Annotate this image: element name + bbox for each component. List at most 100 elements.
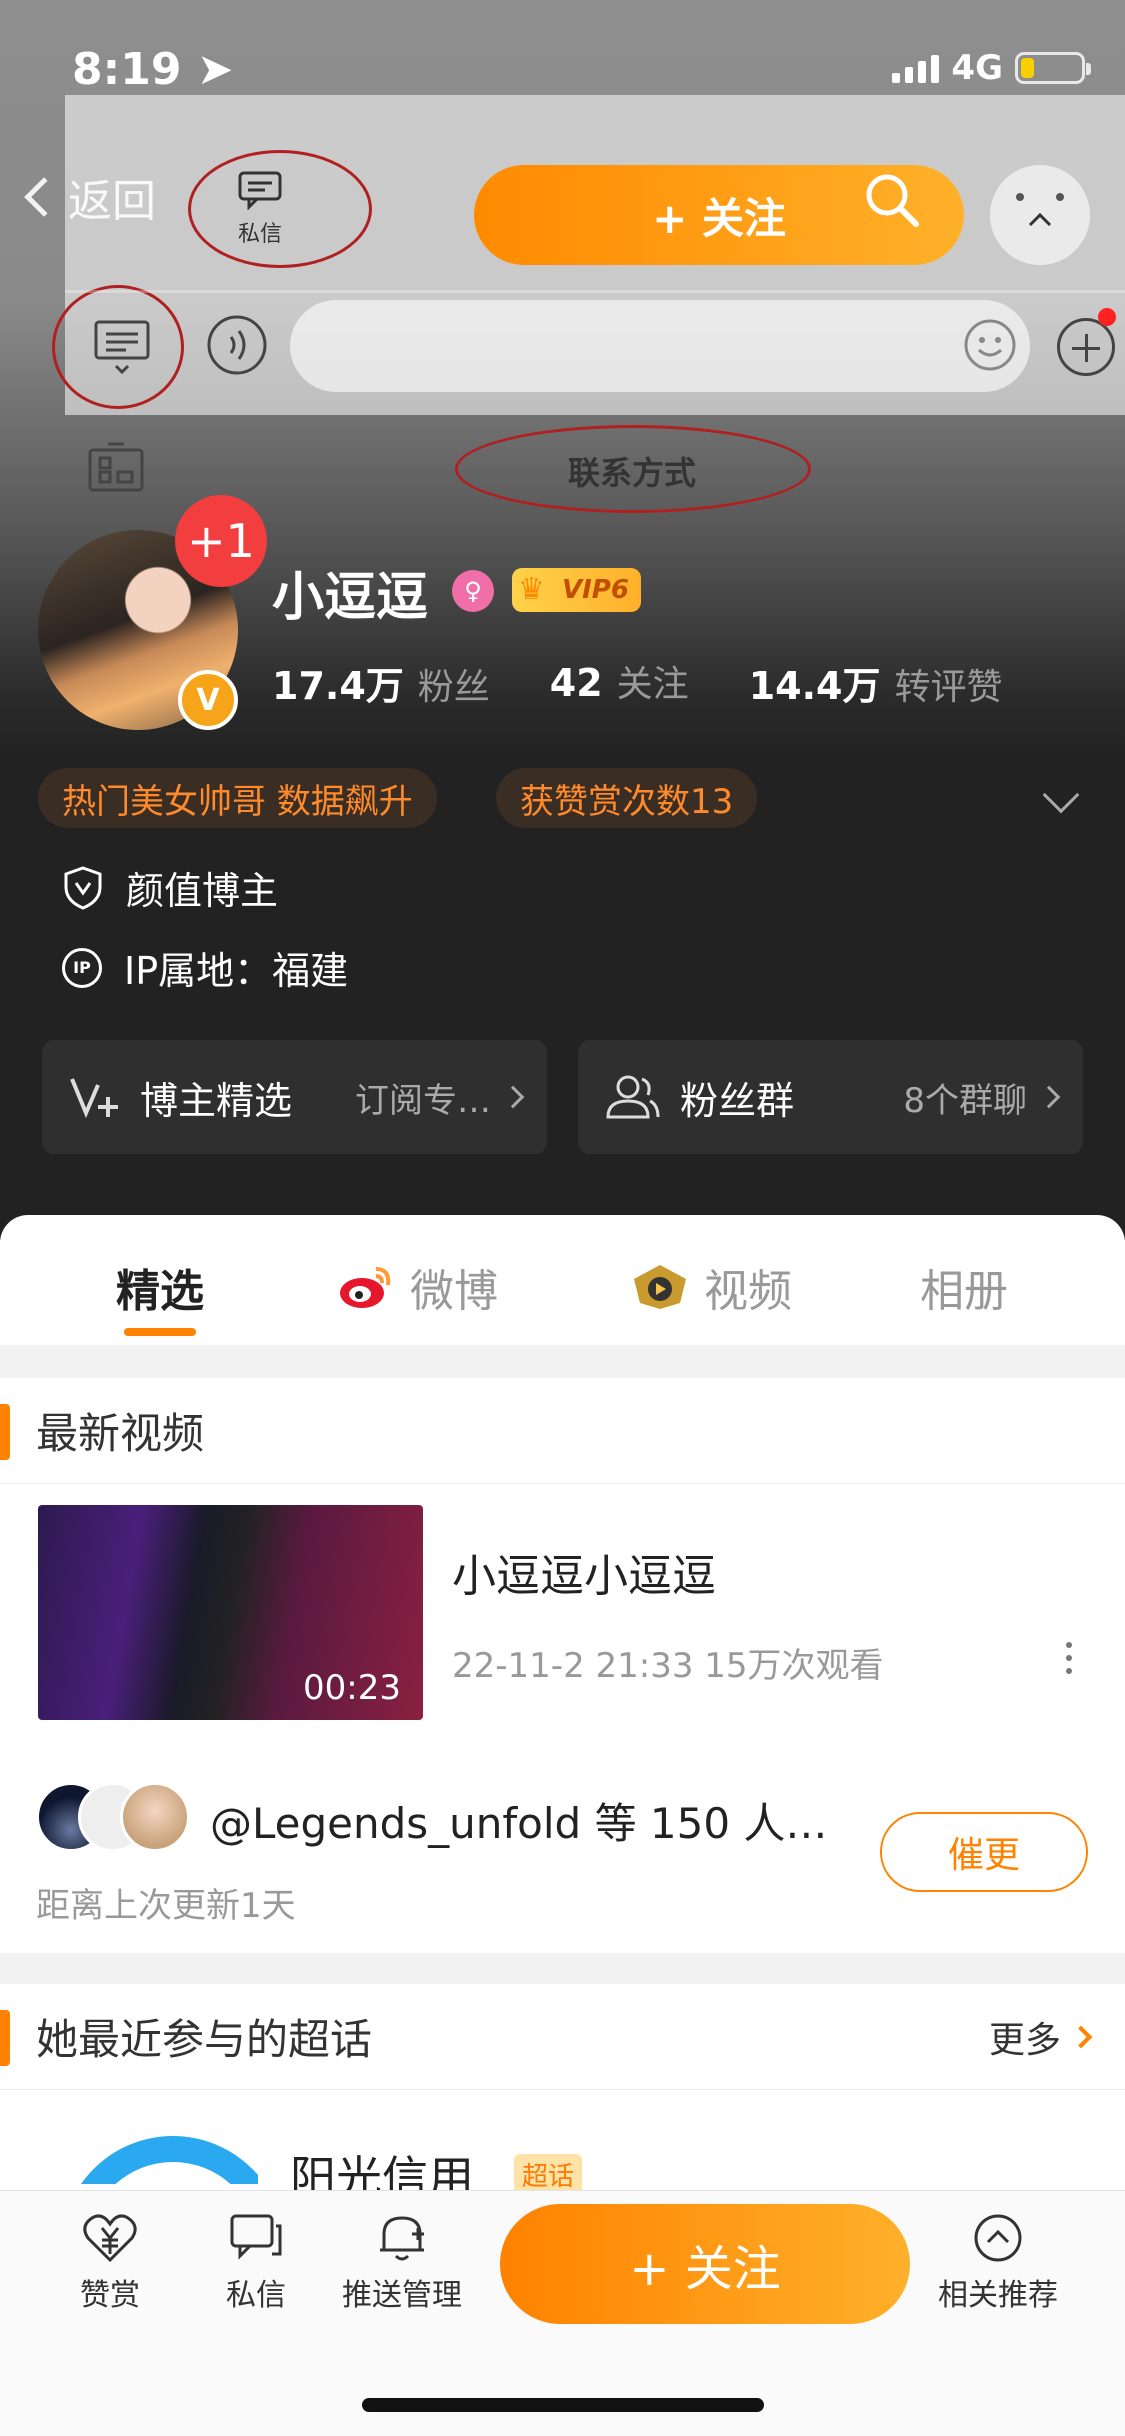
card-title: 博主精选	[140, 1078, 293, 1123]
stat-followers[interactable]: 17.4万 粉丝	[272, 655, 490, 710]
message-input[interactable]	[290, 300, 1030, 392]
keyboard-toggle-icon[interactable]	[92, 318, 152, 382]
video-duration: 00:23	[303, 1668, 401, 1708]
chevron-right-icon	[1069, 2025, 1093, 2048]
active-tab-indicator	[124, 1328, 196, 1336]
female-icon: ♀	[452, 570, 494, 612]
ip-icon: IP	[62, 947, 102, 988]
vip-label: VIP6	[562, 575, 629, 605]
stat-value: 42	[549, 661, 603, 705]
ip-location-row: IP IP属地：福建	[62, 940, 348, 995]
qr-code-icon[interactable]	[86, 438, 146, 502]
fan-group-card[interactable]: 粉丝群 8个群聊	[578, 1040, 1083, 1154]
liked-by-text[interactable]: @Legends_unfold 等 150 人…	[210, 1790, 827, 1851]
stat-label: 关注	[616, 664, 689, 705]
search-icon[interactable]	[862, 170, 922, 234]
tab-featured[interactable]: 精选	[116, 1255, 204, 1319]
status-time: 8:19 ➤	[72, 44, 234, 95]
section-title: 她最近参与的超话	[36, 2015, 373, 2064]
stat-value: 14.4万	[748, 664, 881, 708]
reward-tag[interactable]: 获赞赏次数13	[496, 768, 758, 828]
crown-icon: ♛	[518, 572, 545, 607]
section-title: 最新视频	[36, 1409, 205, 1458]
emoji-icon[interactable]	[963, 318, 1017, 376]
divider	[65, 290, 1125, 293]
stat-reposts[interactable]: 14.4万 转评赞	[749, 655, 1003, 710]
back-button[interactable]: 返回	[24, 165, 156, 229]
tab-album[interactable]: 相册	[920, 1255, 1008, 1319]
super-topic-badge: 超话	[514, 2154, 583, 2195]
card-sub: 8个群聊	[903, 1080, 1027, 1121]
card-title: 粉丝群	[680, 1078, 795, 1123]
tab-label: 微博	[410, 1266, 498, 1317]
more-options-button[interactable]	[990, 165, 1090, 265]
category-label: 颜值博主	[126, 869, 279, 913]
bottom-label: 私信	[226, 2278, 286, 2313]
voice-icon[interactable]	[205, 313, 269, 381]
stat-label: 转评赞	[894, 667, 1003, 708]
heart-yen-icon	[83, 2214, 137, 2263]
weibo-icon	[340, 1267, 391, 1308]
more-vertical-icon[interactable]	[1066, 1642, 1072, 1674]
vip-badge[interactable]: ♛ VIP6	[512, 568, 641, 612]
category-row: 颜值博主	[62, 860, 278, 915]
since-update-text: 距离上次更新1天	[36, 1886, 296, 1926]
chat-bubble-icon	[230, 2214, 282, 2260]
private-message-button[interactable]: 私信	[230, 170, 290, 250]
message-button[interactable]: 私信	[186, 2212, 326, 2314]
video-thumbnail[interactable]: 00:23	[38, 1505, 423, 1720]
hot-tag[interactable]: 热门美女帅哥 数据飙升	[38, 768, 437, 828]
chat-bubble-icon	[238, 171, 282, 210]
back-label: 返回	[68, 176, 156, 227]
bottom-label: 赞赏	[80, 2278, 140, 2313]
more-label: 更多	[988, 2019, 1061, 2061]
bottom-label: 推送管理	[342, 2278, 462, 2313]
push-settings-button[interactable]: 推送管理	[332, 2212, 472, 2314]
video-meta: 22-11-2 21:33 15万次观看	[452, 1646, 884, 1686]
network-label: 4G	[951, 48, 1003, 88]
contact-info-link[interactable]: 联系方式	[568, 448, 696, 494]
tab-label: 视频	[704, 1266, 792, 1317]
section-header: 最新视频	[0, 1378, 1125, 1484]
profile-name: 小逗逗	[272, 568, 429, 628]
tab-video[interactable]: 视频	[630, 1255, 792, 1319]
profile-stats: 17.4万 粉丝 42 关注 14.4万 转评赞	[272, 655, 1002, 710]
follow-label-top: + 关注	[652, 193, 786, 243]
signal-icon	[892, 53, 940, 83]
reward-button[interactable]: 赞赏	[40, 2212, 180, 2314]
verified-badge: V	[178, 670, 238, 730]
bell-plus-icon	[380, 2216, 424, 2261]
urge-update-button[interactable]: 催更	[880, 1812, 1088, 1892]
notification-badge: +1	[175, 495, 267, 587]
tab-weibo[interactable]: 微博	[336, 1255, 498, 1319]
tab-label: 相册	[920, 1266, 1008, 1317]
topic-image[interactable]	[36, 2124, 258, 2184]
chevron-left-icon	[24, 177, 64, 217]
chevron-right-icon	[501, 1085, 525, 1109]
private-message-label: 私信	[237, 222, 282, 247]
avatar	[120, 1782, 190, 1852]
card-sub: 订阅专…	[355, 1080, 491, 1121]
more-link[interactable]: 更多	[988, 2011, 1093, 2063]
v-plus-icon	[70, 1078, 118, 1119]
section-header: 她最近参与的超话 更多	[0, 1984, 1125, 2090]
shield-icon	[64, 865, 102, 910]
notification-dot	[1098, 308, 1116, 326]
stat-following[interactable]: 42 关注	[550, 655, 689, 710]
chevron-up-circle-icon	[974, 2214, 1022, 2262]
stat-value: 17.4万	[272, 664, 404, 708]
chevron-up-icon	[1016, 193, 1064, 227]
video-icon	[634, 1265, 686, 1309]
group-icon	[606, 1075, 660, 1119]
video-title[interactable]: 小逗逗小逗逗	[452, 1540, 716, 1604]
chevron-right-icon	[1037, 1085, 1061, 1109]
status-indicators: 4G	[892, 48, 1091, 88]
tab-label: 精选	[116, 1266, 204, 1317]
add-attachment-icon[interactable]	[1057, 318, 1115, 376]
related-recommend-button[interactable]: 相关推荐	[928, 2212, 1068, 2314]
battery-icon	[1015, 52, 1091, 84]
home-indicator	[362, 2398, 764, 2412]
follow-button[interactable]: + 关注	[500, 2204, 910, 2324]
blogger-picks-card[interactable]: 博主精选 订阅专…	[42, 1040, 547, 1154]
follow-label: + 关注	[629, 2241, 781, 2297]
